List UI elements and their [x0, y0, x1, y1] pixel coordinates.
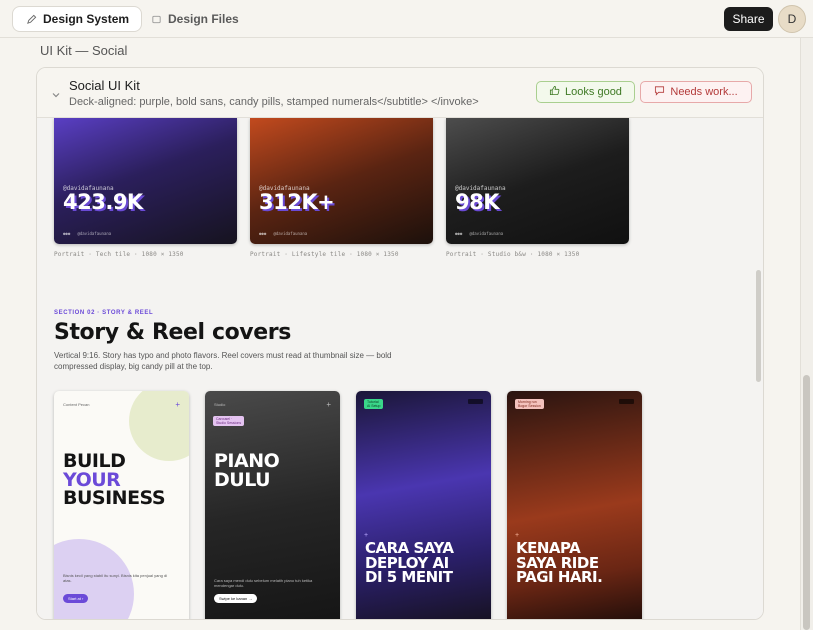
- story-cta-pill: Swipe ke kanan →: [214, 594, 258, 603]
- story-top-label: Content Pecan: [63, 402, 90, 407]
- portrait-tile-studio: @davidafaunana 98K ●●● @davidafaunana: [446, 118, 629, 244]
- top-bar: Design System Design Files Share D: [0, 0, 813, 38]
- tile-footer: ●●● @davidafaunana: [455, 231, 504, 236]
- reel-cover-ride-pagi: Morning run Bogor Session + KENAPA SAYA …: [507, 391, 642, 619]
- section-label: SECTION 02 · STORY & REEL: [54, 310, 154, 316]
- timer-badge: [619, 399, 634, 404]
- tile-caption: Portrait · Lifestyle tile · 1080 × 1350: [250, 251, 399, 258]
- tab-label: Design System: [43, 12, 130, 26]
- story-blurb: Bisnis kecil yang stabil itu sunyi. Bisn…: [63, 573, 168, 583]
- tile-stat: 312K+: [259, 190, 335, 214]
- comment-icon: [654, 85, 665, 99]
- timer-badge: [468, 399, 483, 404]
- card-subtitle: Deck-aligned: purple, bold sans, candy p…: [69, 96, 479, 108]
- inner-scrollbar[interactable]: [756, 270, 761, 382]
- tile-stat: 98K: [455, 190, 500, 214]
- story-headline: CARA SAYA DEPLOY AI DI 5 MENIT: [365, 539, 454, 587]
- card-header[interactable]: Social UI Kit Deck-aligned: purple, bold…: [37, 68, 763, 118]
- story-top-label: Studio: [214, 402, 226, 407]
- section-description: Vertical 9:16. Story has typo and photo …: [54, 351, 392, 371]
- review-card: Social UI Kit Deck-aligned: purple, bold…: [36, 67, 764, 620]
- tile-stat: 423.9K: [63, 190, 143, 214]
- portrait-tile-tech: @davidafaunana 423.9K ●●● @davidafaunana: [54, 118, 237, 244]
- tile-caption: Portrait · Tech tile · 1080 × 1350: [54, 251, 184, 258]
- plus-icon: +: [364, 532, 369, 539]
- avatar[interactable]: D: [778, 5, 806, 33]
- story-headline: BUILD YOUR BUSINESS: [63, 450, 166, 510]
- tile-footer: ●●● @davidafaunana: [259, 231, 308, 236]
- tab-design-files[interactable]: Design Files: [138, 6, 251, 32]
- story-headline: KENAPA SAYA RIDE PAGI HARI.: [516, 539, 603, 587]
- story-tag: Carousel · Studio Sessions: [213, 416, 245, 426]
- reel-cover-deploy-ai: Tutorial AI Setup + CARA SAYA DEPLOY AI …: [356, 391, 491, 619]
- thumbs-up-icon: [549, 85, 560, 99]
- story-headline: PIANO DULU: [214, 450, 280, 491]
- story-cover-build-business: Content Pecan + BUILD YOUR BUSINESS Bisn…: [54, 391, 189, 619]
- plus-icon: +: [175, 400, 180, 409]
- decorative-circle: [129, 391, 189, 461]
- tile-caption: Portrait · Studio b&w · 1080 × 1350: [446, 251, 580, 258]
- plus-icon: +: [515, 532, 520, 539]
- tab-design-system[interactable]: Design System: [12, 6, 143, 32]
- section-title: Story & Reel covers: [54, 320, 291, 345]
- needs-work-button[interactable]: Needs work...: [640, 81, 752, 103]
- plus-icon: +: [326, 400, 331, 409]
- story-blurb: Cara saya mendi dulu sebelum melatih pia…: [214, 578, 313, 588]
- needs-work-label: Needs work...: [670, 86, 738, 98]
- story-tag: Tutorial AI Setup: [364, 399, 384, 409]
- story-tag: Morning run Bogor Session: [515, 399, 544, 409]
- page-scrollbar-thumb[interactable]: [803, 375, 810, 630]
- file-icon: [150, 13, 162, 25]
- preview-canvas[interactable]: @davidafaunana 423.9K ●●● @davidafaunana…: [37, 118, 763, 619]
- looks-good-label: Looks good: [565, 86, 622, 98]
- tile-footer: ●●● @davidafaunana: [63, 231, 112, 236]
- looks-good-button[interactable]: Looks good: [536, 81, 635, 103]
- portrait-tile-lifestyle: @davidafaunana 312K+ ●●● @davidafaunana: [250, 118, 433, 244]
- chevron-down-icon[interactable]: [51, 87, 61, 98]
- tab-label: Design Files: [168, 12, 239, 26]
- story-cover-piano-dulu: Studio + Carousel · Studio Sessions PIAN…: [205, 391, 340, 619]
- share-button[interactable]: Share: [724, 7, 773, 31]
- pen-icon: [25, 13, 37, 25]
- story-cta-pill: Start at ›: [63, 594, 89, 603]
- breadcrumb: UI Kit — Social: [40, 43, 128, 58]
- card-title: Social UI Kit: [69, 78, 140, 93]
